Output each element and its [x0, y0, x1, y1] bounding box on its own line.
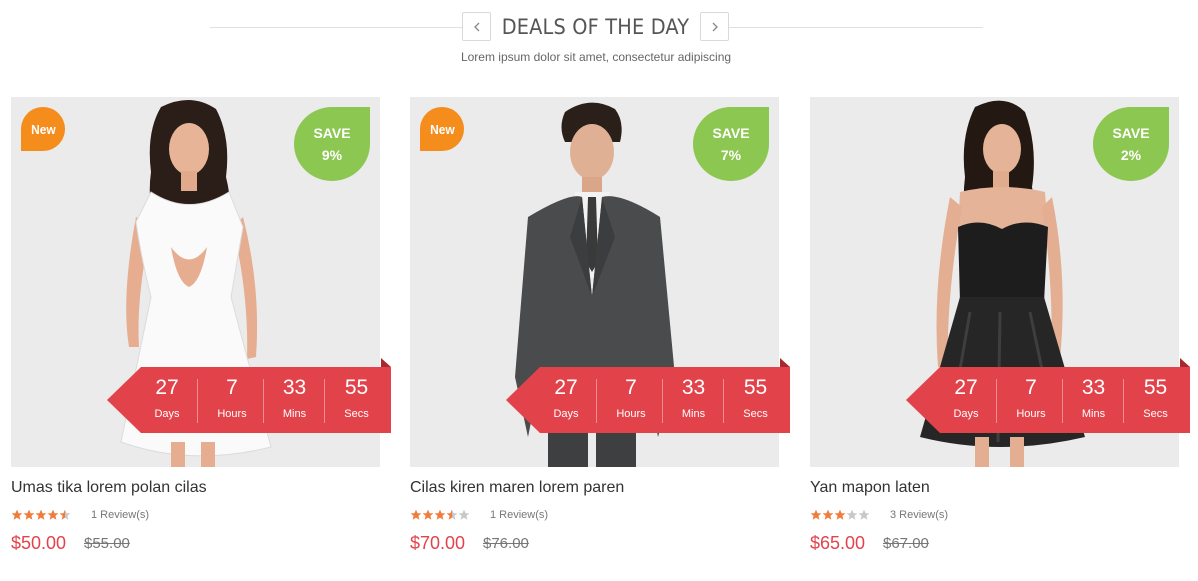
product-title[interactable]: Yan mapon laten — [810, 479, 930, 497]
product-card[interactable]: New SAVE 7% 27 Days 7 Hours 33 Mins 55 Secs … — [410, 97, 790, 567]
rating-stars — [410, 509, 470, 521]
countdown-hours: 7 Hours — [217, 376, 247, 420]
product-card[interactable]: New SAVE 9% 27 Days 7 Hours 33 Mins 55 Secs … — [11, 97, 391, 567]
countdown-hours: 7 Hours — [1016, 376, 1046, 420]
save-label: SAVE — [712, 125, 750, 141]
countdown-timer: 27 Days 7 Hours 33 Mins 55 Secs — [906, 358, 1190, 433]
star-icon — [822, 509, 834, 520]
product-old-price: $55.00 — [84, 535, 130, 552]
countdown-mins: 33 Mins — [681, 376, 706, 420]
save-value: 2% — [1120, 147, 1142, 163]
chevron-right-icon — [712, 22, 718, 31]
star-icon — [35, 509, 47, 520]
new-badge: New — [21, 107, 65, 151]
save-badge: SAVE 2% — [1093, 107, 1169, 181]
countdown-timer: 27 Days 7 Hours 33 Mins 55 Secs — [107, 358, 391, 433]
countdown-days: 27 Days — [953, 376, 979, 420]
countdown-mins: 33 Mins — [282, 376, 307, 420]
countdown-secs: 55 Secs — [1143, 376, 1168, 420]
star-icon — [11, 509, 23, 520]
section-header: DEALS OF THE DAY Lorem ipsum dolor sit a… — [0, 0, 1198, 80]
new-badge: New — [420, 107, 464, 151]
star-icon — [858, 509, 870, 520]
product-price: $50.00 — [11, 533, 67, 553]
countdown-secs: 55 Secs — [743, 376, 768, 420]
star-icon — [422, 509, 434, 520]
countdown-hours: 7 Hours — [616, 376, 646, 420]
save-label: SAVE — [313, 125, 351, 141]
header-divider-right — [729, 27, 983, 28]
header-divider-left — [210, 27, 462, 28]
countdown-mins: 33 Mins — [1081, 376, 1106, 420]
star-icon — [810, 509, 822, 520]
star-icon — [59, 509, 71, 520]
chevron-left-icon — [473, 22, 479, 31]
product-old-price: $76.00 — [483, 535, 529, 552]
product-old-price: $67.00 — [883, 535, 929, 552]
product-card[interactable]: SAVE 2% 27 Days 7 Hours 33 Mins 55 Secs Yan … — [810, 97, 1190, 567]
prev-button[interactable] — [462, 12, 491, 41]
countdown-days: 27 Days — [154, 376, 180, 420]
save-label: SAVE — [1112, 125, 1150, 141]
star-icon — [846, 509, 858, 520]
next-button[interactable] — [700, 12, 729, 41]
star-icon — [434, 509, 446, 520]
section-title: DEALS OF THE DAY — [501, 15, 690, 39]
review-count[interactable]: 1 Review(s) — [490, 509, 548, 521]
product-price: $70.00 — [410, 533, 466, 553]
section-subtitle: Lorem ipsum dolor sit amet, consectetur … — [460, 50, 732, 64]
star-icon — [47, 509, 59, 520]
star-icon — [446, 509, 458, 520]
save-badge: SAVE 9% — [294, 107, 370, 181]
rating-stars — [810, 509, 870, 521]
product-title[interactable]: Cilas kiren maren lorem paren — [410, 479, 624, 497]
product-price: $65.00 — [810, 533, 866, 553]
star-icon — [458, 509, 470, 520]
save-value: 7% — [720, 147, 742, 163]
star-icon — [23, 509, 35, 520]
star-icon — [834, 509, 846, 520]
star-icon — [410, 509, 422, 520]
save-value: 9% — [321, 147, 343, 163]
review-count[interactable]: 1 Review(s) — [91, 509, 149, 521]
save-badge: SAVE 7% — [693, 107, 769, 181]
countdown-days: 27 Days — [553, 376, 579, 420]
product-title[interactable]: Umas tika lorem polan cilas — [11, 479, 207, 497]
review-count[interactable]: 3 Review(s) — [890, 509, 948, 521]
rating-stars — [11, 509, 71, 521]
countdown-secs: 55 Secs — [344, 376, 369, 420]
countdown-timer: 27 Days 7 Hours 33 Mins 55 Secs — [506, 358, 790, 433]
